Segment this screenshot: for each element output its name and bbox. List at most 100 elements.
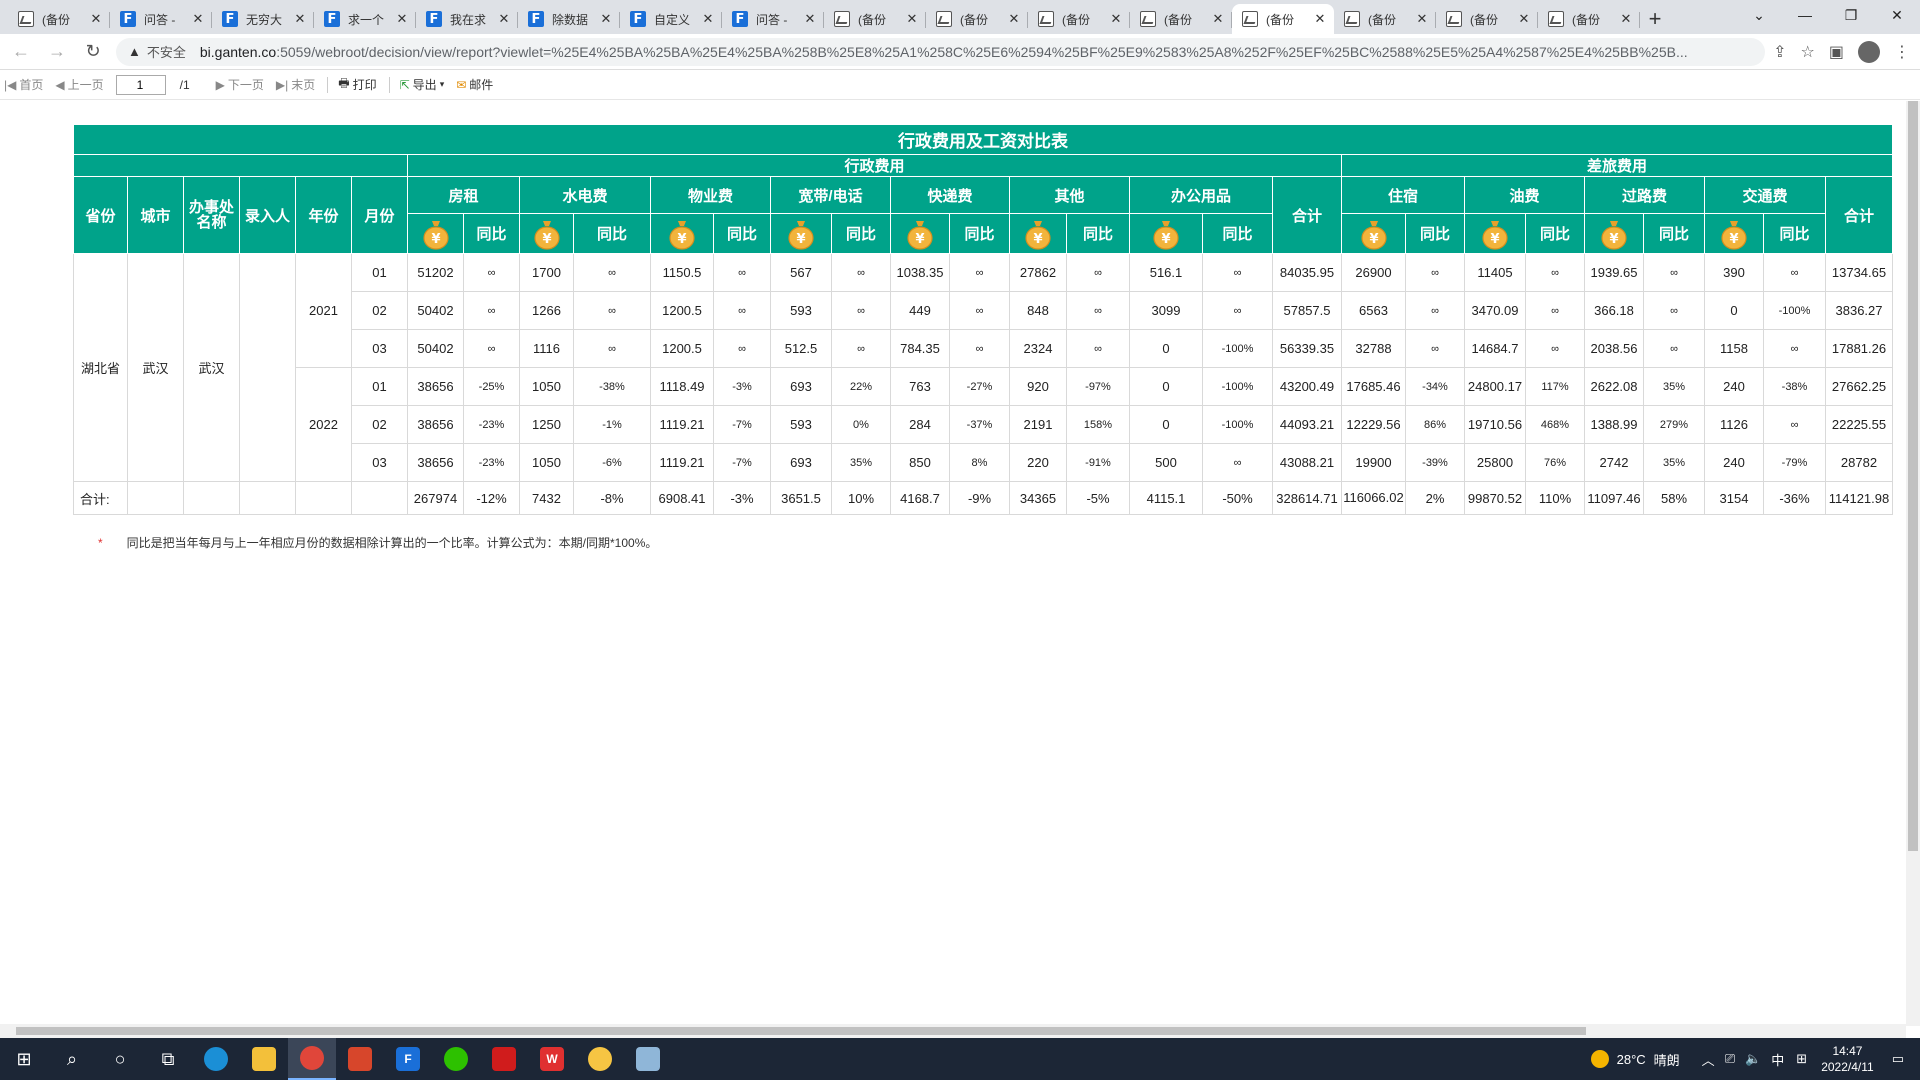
tray-chevron-icon[interactable]: ︿ (1702, 1050, 1715, 1069)
close-tab-icon[interactable]: ✕ (802, 11, 818, 27)
close-tab-icon[interactable]: ✕ (1516, 11, 1532, 27)
browser-tab[interactable]: (备份 ✕ (8, 4, 110, 34)
close-tab-icon[interactable]: ✕ (700, 11, 716, 27)
browser-tab[interactable]: (备份 ✕ (1538, 4, 1640, 34)
browser-tab[interactable]: (备份 ✕ (824, 4, 926, 34)
horizontal-scrollbar[interactable] (0, 1024, 1906, 1038)
col-header-city: 城市 (127, 176, 184, 254)
close-tab-icon[interactable]: ✕ (598, 11, 614, 27)
image-icon (1242, 11, 1258, 27)
volume-icon[interactable]: 🔈 (1745, 1051, 1761, 1067)
tab-label: 问答 - (756, 12, 788, 27)
cell-value: ∞ (1066, 253, 1130, 292)
new-tab-button[interactable]: + (1640, 4, 1670, 34)
search-icon[interactable]: ⌕ (48, 1038, 96, 1080)
prev-page-icon: ◀ (55, 77, 65, 92)
browser-tab[interactable]: (备份 ✕ (1334, 4, 1436, 34)
clock[interactable]: 14:47 2022/4/11 (1821, 1043, 1874, 1075)
office-app-icon[interactable] (336, 1038, 384, 1080)
vertical-scroll-thumb[interactable] (1908, 101, 1918, 851)
close-tab-icon[interactable]: ✕ (1108, 11, 1124, 27)
chrome-app-icon[interactable] (288, 1038, 336, 1080)
red-app-icon[interactable] (480, 1038, 528, 1080)
windows-start-icon[interactable]: ⊞ (0, 1038, 48, 1080)
close-tab-icon[interactable]: ✕ (190, 11, 206, 27)
back-button[interactable]: ← (6, 37, 36, 67)
network-icon[interactable]: ⎚ (1725, 1051, 1735, 1067)
next-page-button[interactable]: ▶ 下一页 (216, 76, 264, 93)
browser-tab[interactable]: F 自定义 ✕ (620, 4, 722, 34)
close-tab-icon[interactable]: ✕ (496, 11, 512, 27)
print-button[interactable]: 🖶 打印 (338, 74, 376, 95)
wps-app-icon[interactable]: W (528, 1038, 576, 1080)
share-icon[interactable]: ⇪ (1773, 42, 1786, 62)
cell-value: -38% (573, 367, 651, 406)
weather-desc[interactable]: 晴朗 (1654, 1050, 1680, 1069)
yoy-subheader: 同比 (1405, 213, 1465, 254)
tab-search-icon[interactable]: ⌄ (1736, 0, 1782, 30)
cell-value: ∞ (949, 253, 1010, 292)
close-tab-icon[interactable]: ✕ (394, 11, 410, 27)
col-header-admin-category: 快递费 (890, 176, 1010, 214)
yoy-subheader: 同比 (949, 213, 1010, 254)
browser-tab[interactable]: (备份 ✕ (1232, 4, 1334, 34)
wechat-app-icon[interactable] (432, 1038, 480, 1080)
yoy-footnote: * 同比是把当年每月与上一年相应月份的数据相除计算出的一个比率。计算公式为：本期/… (98, 534, 657, 551)
task-view-icon[interactable]: ⧉ (144, 1038, 192, 1080)
finereport-icon: F (120, 11, 136, 27)
close-tab-icon[interactable]: ✕ (292, 11, 308, 27)
url-input[interactable]: ▲ 不安全 bi.ganten.co:5059/webroot/decision… (116, 37, 1766, 66)
maximize-button[interactable]: ❐ (1828, 0, 1874, 30)
yellow-app-icon[interactable] (576, 1038, 624, 1080)
browser-tab[interactable]: (备份 ✕ (1028, 4, 1130, 34)
ime-mode-icon[interactable]: ⊞ (1796, 1051, 1807, 1067)
profile-avatar[interactable] (1858, 40, 1880, 63)
cell-month: 03 (351, 443, 408, 482)
file-explorer-icon[interactable] (240, 1038, 288, 1080)
ime-indicator[interactable]: 中 (1771, 1050, 1784, 1069)
reload-button[interactable]: ↻ (78, 37, 108, 67)
prev-page-button[interactable]: ◀ 上一页 (55, 76, 103, 93)
cell-value: 22225.55 (1825, 405, 1893, 444)
finereport-app-icon[interactable]: F (384, 1038, 432, 1080)
browser-tab[interactable]: (备份 ✕ (1436, 4, 1538, 34)
close-tab-icon[interactable]: ✕ (1414, 11, 1430, 27)
edge-app-icon[interactable] (192, 1038, 240, 1080)
close-tab-icon[interactable]: ✕ (1312, 11, 1328, 27)
notification-icon[interactable]: ▭ (1892, 1051, 1904, 1067)
amount-subheader: ¥ (1009, 213, 1067, 254)
side-panel-icon[interactable]: ▣ (1829, 42, 1844, 62)
cortana-icon[interactable]: ○ (96, 1038, 144, 1080)
amount-subheader: ¥ (770, 213, 832, 254)
browser-tab[interactable]: F 求一个 ✕ (314, 4, 416, 34)
first-page-button[interactable]: |◀ 首页 (4, 76, 43, 93)
close-tab-icon[interactable]: ✕ (1618, 11, 1634, 27)
page-number-input[interactable] (115, 74, 166, 95)
browser-tab[interactable]: F 问答 - ✕ (110, 4, 212, 34)
notepad-app-icon[interactable] (624, 1038, 672, 1080)
weather-sun-icon[interactable] (1590, 1050, 1609, 1068)
browser-tab[interactable]: (备份 ✕ (926, 4, 1028, 34)
cell-value: 2324 (1009, 329, 1067, 368)
forward-button[interactable]: → (42, 37, 72, 67)
bookmark-star-icon[interactable]: ☆ (1801, 42, 1815, 62)
weather-temp[interactable]: 28°C (1617, 1052, 1646, 1067)
close-window-button[interactable]: ✕ (1874, 0, 1920, 30)
last-page-button[interactable]: ▶| 末页 (276, 76, 315, 93)
mail-button[interactable]: ✉ 邮件 (456, 76, 493, 93)
close-tab-icon[interactable]: ✕ (1210, 11, 1226, 27)
browser-tab[interactable]: F 无穷大 ✕ (212, 4, 314, 34)
minimize-button[interactable]: — (1782, 0, 1828, 30)
close-tab-icon[interactable]: ✕ (88, 11, 104, 27)
browser-menu-icon[interactable]: ⋮ (1894, 42, 1910, 62)
browser-tab[interactable]: (备份 ✕ (1130, 4, 1232, 34)
vertical-scrollbar[interactable] (1906, 101, 1920, 1026)
browser-tab[interactable]: F 问答 - ✕ (722, 4, 824, 34)
browser-tab[interactable]: F 我在求 ✕ (416, 4, 518, 34)
browser-tab[interactable]: F 除数据 ✕ (518, 4, 620, 34)
close-tab-icon[interactable]: ✕ (904, 11, 920, 27)
horizontal-scroll-thumb[interactable] (16, 1027, 1586, 1035)
table-row: 湖北省 武汉 武汉 2021 01 51202 ∞ 1700 ∞ 1150.5 ∞ 567 ∞ 1038.… (73, 253, 1893, 482)
export-button[interactable]: ⇱ 导出 ▾ (400, 76, 445, 93)
close-tab-icon[interactable]: ✕ (1006, 11, 1022, 27)
